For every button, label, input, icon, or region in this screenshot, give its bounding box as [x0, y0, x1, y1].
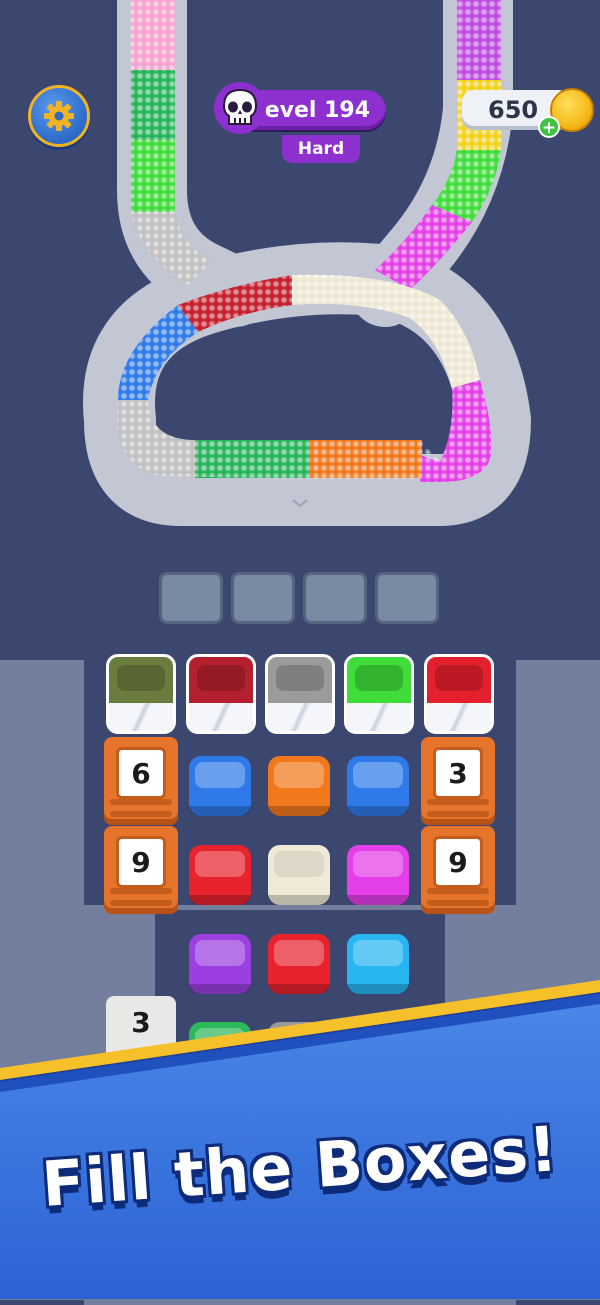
- box-blue[interactable]: [347, 756, 409, 816]
- plus-icon: +: [541, 118, 557, 138]
- box-fill: [347, 657, 411, 703]
- box-fill: [268, 657, 332, 703]
- locked-crate[interactable]: 9: [421, 826, 495, 914]
- gear-icon: [44, 101, 74, 131]
- top-box-dark-red[interactable]: [186, 654, 256, 734]
- box-pink[interactable]: [347, 845, 409, 905]
- box-glass: [347, 703, 411, 731]
- top-box-green[interactable]: [344, 654, 414, 734]
- empty-slot: [231, 572, 295, 624]
- difficulty-badge: Hard: [282, 135, 360, 163]
- add-coins-button[interactable]: +: [538, 116, 560, 138]
- box-cream[interactable]: [268, 845, 330, 905]
- box-glass: [189, 703, 253, 731]
- box-glass: [427, 703, 491, 731]
- coin-amount: 650: [488, 96, 539, 124]
- empty-slot: [375, 572, 439, 624]
- locked-crate[interactable]: 9: [104, 826, 178, 914]
- level-label: Level 194: [250, 97, 370, 123]
- crate-count: 6: [116, 747, 166, 799]
- crate-count: 9: [116, 836, 166, 888]
- bead-conveyor-track: [83, 0, 531, 526]
- crate-count: 9: [433, 836, 483, 888]
- top-box-red[interactable]: [424, 654, 494, 734]
- top-box-olive[interactable]: [106, 654, 176, 734]
- box-blue[interactable]: [189, 756, 251, 816]
- locked-crate[interactable]: 3: [421, 737, 495, 825]
- settings-button[interactable]: [28, 85, 90, 147]
- box-fill: [189, 657, 253, 703]
- locked-crate[interactable]: 6: [104, 737, 178, 825]
- box-fill: [427, 657, 491, 703]
- box-glass: [268, 703, 332, 731]
- empty-slot: [303, 572, 367, 624]
- box-orange[interactable]: [268, 756, 330, 816]
- difficulty-label: Hard: [297, 139, 345, 159]
- box-fill: [109, 657, 173, 703]
- top-box-gray[interactable]: [265, 654, 335, 734]
- skull-icon: [214, 82, 266, 134]
- box-red[interactable]: [189, 845, 251, 905]
- empty-slot: [159, 572, 223, 624]
- crate-count: 3: [433, 747, 483, 799]
- box-glass: [109, 703, 173, 731]
